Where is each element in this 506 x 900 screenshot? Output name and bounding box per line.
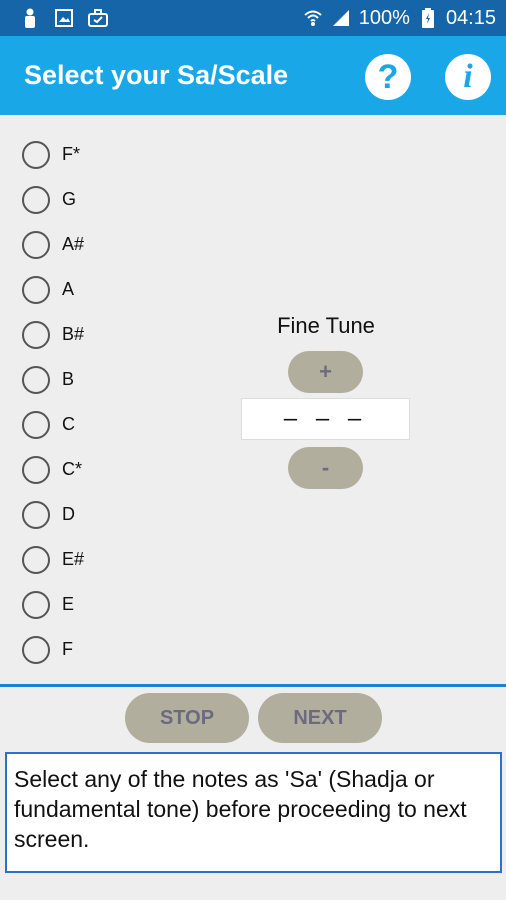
radio-button[interactable] bbox=[22, 455, 50, 484]
scale-label: A bbox=[62, 279, 75, 299]
stop-button[interactable]: STOP bbox=[125, 693, 249, 743]
battery-percentage: 100% bbox=[358, 6, 410, 29]
scale-label: C bbox=[62, 414, 75, 434]
scale-option[interactable]: C bbox=[22, 402, 84, 447]
radio-button[interactable] bbox=[22, 185, 50, 214]
scale-option[interactable]: C* bbox=[22, 447, 84, 492]
battery-icon bbox=[418, 8, 438, 28]
info-button[interactable]: i bbox=[445, 54, 491, 100]
scale-label: C* bbox=[62, 459, 83, 479]
wifi-icon bbox=[303, 8, 323, 28]
scale-option[interactable]: B# bbox=[22, 312, 84, 357]
tune-up-button[interactable]: + bbox=[288, 351, 363, 393]
scale-option[interactable]: A bbox=[22, 267, 84, 312]
scale-label: F bbox=[62, 639, 73, 659]
status-bar: 100% 04:15 bbox=[0, 0, 506, 36]
person-icon bbox=[20, 8, 40, 28]
radio-button[interactable] bbox=[22, 500, 50, 529]
help-button[interactable]: ? bbox=[365, 54, 411, 100]
fine-tune-title: Fine Tune bbox=[277, 313, 375, 338]
scale-option[interactable]: E bbox=[22, 582, 84, 627]
next-button[interactable]: NEXT bbox=[258, 693, 382, 743]
status-bar-left bbox=[20, 8, 108, 28]
scale-option[interactable]: G bbox=[22, 177, 84, 222]
radio-button[interactable] bbox=[22, 275, 50, 304]
instruction-message: Select any of the notes as 'Sa' (Shadja … bbox=[5, 752, 502, 873]
scale-label: D bbox=[62, 504, 75, 524]
image-icon bbox=[54, 8, 74, 28]
scale-label: E bbox=[62, 594, 75, 614]
radio-button[interactable] bbox=[22, 140, 50, 169]
radio-button[interactable] bbox=[22, 590, 50, 619]
page-title: Select your Sa/Scale bbox=[24, 60, 289, 90]
radio-button[interactable] bbox=[22, 230, 50, 259]
fine-tune-value: – – – bbox=[241, 398, 410, 440]
scale-option[interactable]: A# bbox=[22, 222, 84, 267]
divider bbox=[0, 684, 506, 687]
radio-button[interactable] bbox=[22, 545, 50, 574]
scale-label: E# bbox=[62, 549, 85, 569]
scale-option[interactable]: B bbox=[22, 357, 84, 402]
radio-button[interactable] bbox=[22, 320, 50, 349]
scale-label: G bbox=[62, 189, 77, 209]
scale-label: B# bbox=[62, 324, 85, 344]
briefcase-icon bbox=[88, 8, 108, 28]
signal-icon bbox=[331, 8, 351, 28]
app-bar: Select your Sa/Scale ? i bbox=[0, 36, 506, 115]
radio-button[interactable] bbox=[22, 635, 50, 664]
scale-option[interactable]: D bbox=[22, 492, 84, 537]
status-bar-right: 100% 04:15 bbox=[303, 7, 496, 30]
scale-label: B bbox=[62, 369, 75, 389]
tune-down-button[interactable]: - bbox=[288, 447, 363, 489]
scale-option[interactable]: E# bbox=[22, 537, 84, 582]
scale-option[interactable]: F* bbox=[22, 132, 84, 177]
scale-label: F* bbox=[62, 144, 80, 164]
clock: 04:15 bbox=[445, 6, 496, 29]
radio-button[interactable] bbox=[22, 365, 50, 394]
radio-button[interactable] bbox=[22, 410, 50, 439]
scale-label: A# bbox=[62, 234, 85, 254]
scale-radio-list: F* G A# A B# B C C* D E# E F bbox=[22, 132, 84, 672]
scale-option[interactable]: F bbox=[22, 627, 84, 672]
